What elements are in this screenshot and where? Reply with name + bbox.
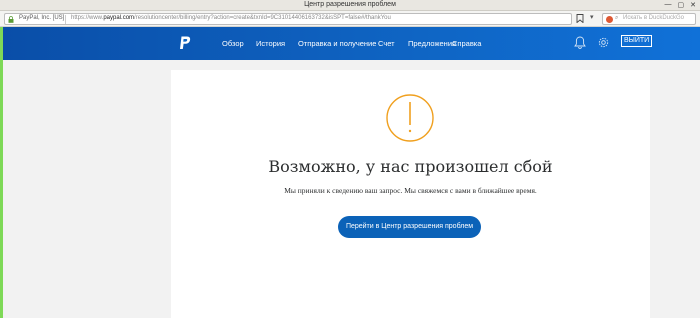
gear-icon[interactable] xyxy=(597,36,610,49)
nav-offers[interactable]: Предложения xyxy=(408,39,456,48)
error-icon xyxy=(386,94,434,142)
maximize-button[interactable]: ▢ xyxy=(678,1,685,9)
bell-icon[interactable] xyxy=(574,36,586,49)
search-icon: ⌕ xyxy=(615,15,619,21)
url-separator xyxy=(65,15,66,24)
search-box[interactable]: ⌕ Искать в DuckDuckGo xyxy=(602,13,696,25)
browser-toolbar: PayPal, Inc. [US] https://www.paypal.com… xyxy=(0,11,700,27)
url-domain: paypal.com xyxy=(103,15,135,21)
url-path: /resolutioncenter/billing/entry?action=c… xyxy=(134,15,391,21)
url-prefix: https://www. xyxy=(71,15,104,21)
minimize-button[interactable]: — xyxy=(665,1,672,9)
paypal-header: Обзор История Отправка и получение Счет … xyxy=(0,27,700,60)
url-text[interactable]: https://www.paypal.com/resolutioncenter/… xyxy=(71,15,391,21)
window-title-bar: Центр разрешения проблем — ▢ ✕ xyxy=(0,0,700,11)
go-to-resolution-center-button[interactable]: Перейти в Центр разрешения проблем xyxy=(338,216,481,238)
nav-account[interactable]: Счет xyxy=(378,39,395,48)
search-placeholder: Искать в DuckDuckGo xyxy=(623,15,685,21)
lock-icon xyxy=(8,16,14,23)
bookmark-icon[interactable] xyxy=(576,14,584,23)
status-message: Мы приняли к сведению ваш запрос. Мы свя… xyxy=(284,186,537,195)
duckduckgo-icon xyxy=(606,16,613,23)
window-title: Центр разрешения проблем xyxy=(304,1,396,8)
url-bar[interactable]: PayPal, Inc. [US] https://www.paypal.com… xyxy=(4,13,572,25)
nav-history[interactable]: История xyxy=(256,39,285,48)
nav-overview[interactable]: Обзор xyxy=(222,39,244,48)
nav-help[interactable]: Справка xyxy=(452,39,481,48)
side-strip xyxy=(0,27,3,318)
window-controls: — ▢ ✕ xyxy=(665,1,697,9)
logout-button[interactable]: ВЫЙТИ xyxy=(621,35,653,47)
site-identity[interactable]: PayPal, Inc. [US] xyxy=(19,15,64,21)
nav-send-receive[interactable]: Отправка и получение xyxy=(298,39,376,48)
paypal-logo[interactable] xyxy=(179,36,191,50)
close-button[interactable]: ✕ xyxy=(690,1,696,9)
page-title: Возможно, у нас произошел сбой xyxy=(268,157,553,176)
search-engine-dropdown[interactable]: ▾ xyxy=(590,13,594,21)
